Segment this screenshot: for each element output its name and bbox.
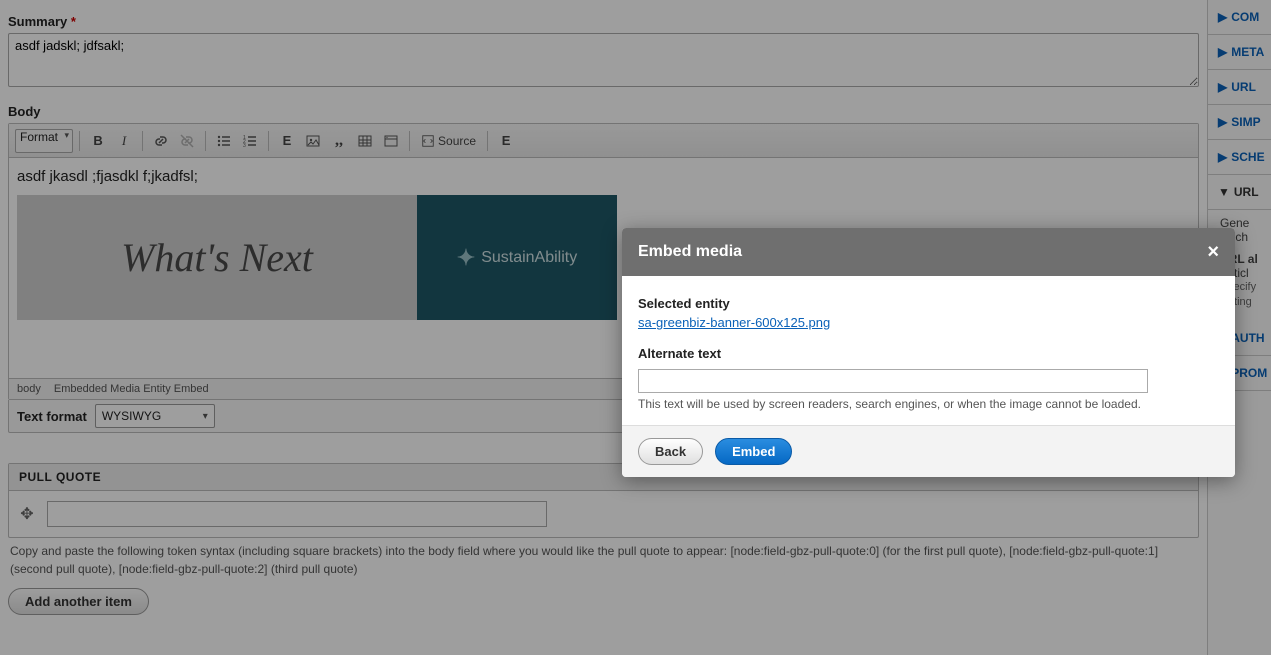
embed-media-dialog: Embed media × Selected entity sa-greenbi…: [622, 228, 1235, 477]
dialog-title: Embed media: [638, 243, 742, 261]
dialog-header: Embed media ×: [622, 228, 1235, 276]
close-icon[interactable]: ×: [1207, 242, 1219, 262]
alternate-text-label: Alternate text: [638, 346, 1219, 361]
dialog-footer: Back Embed: [622, 425, 1235, 477]
selected-entity-label: Selected entity: [638, 296, 1219, 311]
alternate-text-input[interactable]: [638, 369, 1148, 393]
embed-button[interactable]: Embed: [715, 438, 792, 465]
alternate-text-hint: This text will be used by screen readers…: [638, 397, 1219, 411]
selected-entity-link[interactable]: sa-greenbiz-banner-600x125.png: [638, 315, 830, 330]
back-button[interactable]: Back: [638, 438, 703, 465]
